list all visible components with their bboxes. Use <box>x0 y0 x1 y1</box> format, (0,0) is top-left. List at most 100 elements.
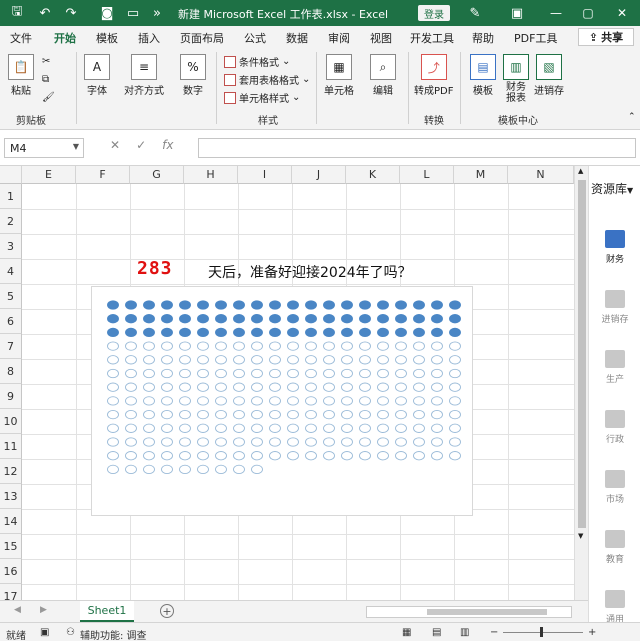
alignment-button[interactable]: ≡ 对齐方式 <box>124 54 164 97</box>
sheet-tab-sheet1[interactable]: Sheet1 <box>80 601 134 622</box>
row-header[interactable]: 6 <box>0 309 22 334</box>
tab-page-layout[interactable]: 页面布局 <box>180 30 224 46</box>
page-layout-icon[interactable]: ▤ <box>432 627 441 638</box>
resource-item-production[interactable]: 生产 <box>595 350 635 385</box>
tab-file[interactable]: 文件 <box>10 30 32 46</box>
macro-record-icon[interactable]: ▣ <box>40 627 49 638</box>
normal-view-icon[interactable]: ▦ <box>402 627 411 638</box>
tab-home[interactable]: 开始 <box>54 30 76 50</box>
number-format-button[interactable]: % 数字 <box>180 54 206 97</box>
cell-styles-button[interactable]: 单元格样式 ⌄ <box>224 90 300 105</box>
column-header-k[interactable]: K <box>346 166 400 184</box>
close-button[interactable]: ✕ <box>612 3 632 23</box>
column-header-f[interactable]: F <box>76 166 130 184</box>
row-header[interactable]: 9 <box>0 384 22 409</box>
cancel-icon[interactable]: ✕ <box>110 138 120 152</box>
row-header[interactable]: 11 <box>0 434 22 459</box>
copy-icon[interactable]: ⧉ <box>42 74 49 85</box>
font-button[interactable]: A 字体 <box>84 54 110 97</box>
tab-pdf-tools[interactable]: PDF工具 <box>514 30 557 46</box>
column-header-n[interactable]: N <box>508 166 574 184</box>
row-header[interactable]: 5 <box>0 284 22 309</box>
minimize-button[interactable]: — <box>546 3 566 23</box>
accessibility-icon[interactable]: ⚇ <box>66 627 75 638</box>
add-sheet-icon[interactable]: + <box>160 604 174 618</box>
scroll-down-icon[interactable]: ▼ <box>578 532 583 540</box>
row-header[interactable]: 16 <box>0 559 22 584</box>
cells-button[interactable]: ▦ 单元格 <box>324 54 354 97</box>
template-button[interactable]: ▤ 模板 <box>470 54 496 97</box>
resource-item-finance[interactable]: 财务 <box>595 230 635 265</box>
zoom-out-button[interactable]: − <box>490 627 498 638</box>
row-header[interactable]: 3 <box>0 234 22 259</box>
tab-template[interactable]: 模板 <box>96 30 118 46</box>
restore-button[interactable]: ▢ <box>578 3 598 23</box>
tab-insert[interactable]: 插入 <box>138 30 160 46</box>
zoom-in-button[interactable]: + <box>588 627 596 638</box>
zoom-slider-thumb[interactable] <box>540 627 543 637</box>
camera-icon[interactable]: ◙ <box>98 4 116 22</box>
column-header-e[interactable]: E <box>22 166 76 184</box>
resource-panel-title[interactable]: 资源库▼ <box>591 180 633 197</box>
resource-item-inventory[interactable]: 进销存 <box>595 290 635 325</box>
row-header[interactable]: 4 <box>0 259 22 284</box>
row-header[interactable]: 8 <box>0 359 22 384</box>
vertical-scrollbar[interactable]: ▲ ▼ <box>574 166 588 600</box>
page-break-icon[interactable]: ▥ <box>460 627 469 638</box>
prev-sheet-icon[interactable]: ◀ <box>14 605 21 615</box>
resource-item-admin[interactable]: 行政 <box>595 410 635 445</box>
resource-item-general[interactable]: 通用 <box>595 590 635 625</box>
inventory-button[interactable]: ▧ 进销存 <box>534 54 564 97</box>
accessibility-status[interactable]: 辅助功能: 调查 <box>80 627 147 641</box>
tab-formulas[interactable]: 公式 <box>244 30 266 46</box>
cut-icon[interactable]: ✂ <box>42 56 50 67</box>
row-header[interactable]: 15 <box>0 534 22 559</box>
tab-review[interactable]: 审阅 <box>328 30 350 46</box>
convert-to-pdf-button[interactable]: ⤴ 转成PDF <box>414 54 453 97</box>
paste-button[interactable]: 📋 粘贴 <box>8 54 34 97</box>
vertical-scroll-thumb[interactable] <box>578 180 586 528</box>
format-painter-icon[interactable]: 🖌 <box>42 92 55 103</box>
format-as-table-button[interactable]: 套用表格格式 ⌄ <box>224 72 310 87</box>
column-header-l[interactable]: L <box>400 166 454 184</box>
collapse-ribbon-icon[interactable]: ⌃ <box>628 112 636 122</box>
formula-input[interactable] <box>198 138 636 158</box>
confirm-icon[interactable]: ✓ <box>136 138 146 152</box>
row-header[interactable]: 17 <box>0 584 22 600</box>
row-header[interactable]: 1 <box>0 184 22 209</box>
scroll-up-icon[interactable]: ▲ <box>578 167 583 175</box>
login-button[interactable]: 登录 <box>418 5 450 21</box>
dot-progress-panel[interactable] <box>91 286 473 516</box>
column-header-m[interactable]: M <box>454 166 508 184</box>
column-header-i[interactable]: I <box>238 166 292 184</box>
resource-item-market[interactable]: 市场 <box>595 470 635 505</box>
zoom-slider[interactable] <box>503 632 583 633</box>
next-sheet-icon[interactable]: ▶ <box>40 605 47 615</box>
column-header-g[interactable]: G <box>130 166 184 184</box>
finance-report-button[interactable]: ▥ 财务报表 <box>502 54 530 104</box>
name-box[interactable]: M4 ▼ <box>4 138 84 158</box>
select-all-corner[interactable] <box>0 166 22 184</box>
insert-function-icon[interactable]: fx <box>162 138 173 152</box>
new-file-icon[interactable]: ▭ <box>124 4 142 22</box>
undo-icon[interactable]: ↶ <box>36 4 54 22</box>
row-header[interactable]: 2 <box>0 209 22 234</box>
share-button[interactable]: ⇪ 共享 <box>578 28 634 46</box>
column-header-j[interactable]: J <box>292 166 346 184</box>
row-header[interactable]: 10 <box>0 409 22 434</box>
tab-data[interactable]: 数据 <box>286 30 308 46</box>
save-icon[interactable]: 🖫 <box>8 4 26 22</box>
horizontal-scrollbar[interactable] <box>366 606 572 618</box>
row-header[interactable]: 14 <box>0 509 22 534</box>
pen-icon[interactable]: ✎ <box>466 4 484 22</box>
tab-view[interactable]: 视图 <box>370 30 392 46</box>
row-header[interactable]: 7 <box>0 334 22 359</box>
row-header[interactable]: 12 <box>0 459 22 484</box>
worksheet[interactable]: E F G H I J K L M N 1 2 3 4 5 6 7 8 9 10… <box>0 166 588 600</box>
tab-help[interactable]: 帮助 <box>472 30 494 46</box>
row-header[interactable]: 13 <box>0 484 22 509</box>
column-header-h[interactable]: H <box>184 166 238 184</box>
edit-button[interactable]: ⌕ 编辑 <box>370 54 396 97</box>
conditional-format-button[interactable]: 条件格式 ⌄ <box>224 54 290 69</box>
horizontal-scroll-thumb[interactable] <box>427 609 547 615</box>
